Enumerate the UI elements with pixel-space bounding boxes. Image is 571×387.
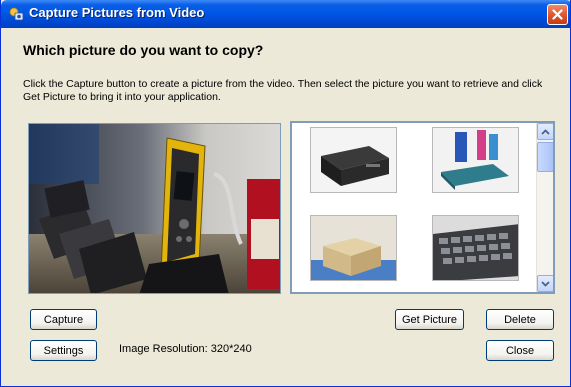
window-close-button[interactable] — [547, 4, 568, 25]
image-resolution-label: Image Resolution: 320*240 — [119, 343, 252, 355]
window-title: Capture Pictures from Video — [29, 5, 205, 20]
thumbnail-blue-gadget[interactable] — [432, 127, 519, 193]
close-icon — [552, 9, 563, 20]
thumbnail-keyboard[interactable] — [432, 215, 519, 281]
video-frame-image — [29, 124, 280, 293]
capture-dialog: Capture Pictures from Video Which pictur… — [0, 0, 571, 387]
close-button[interactable]: Close — [486, 340, 554, 361]
delete-button[interactable]: Delete — [486, 309, 554, 330]
app-icon — [9, 7, 24, 21]
get-picture-button[interactable]: Get Picture — [395, 309, 464, 330]
capture-button[interactable]: Capture — [30, 309, 97, 330]
blue-gadget-image — [433, 128, 518, 192]
computer-case-image — [311, 128, 396, 192]
scrollbar-thumb[interactable] — [537, 142, 553, 172]
boxes-image — [311, 216, 396, 280]
scroll-up-button[interactable] — [537, 123, 553, 140]
title-bar[interactable]: Capture Pictures from Video — [1, 0, 570, 28]
settings-button[interactable]: Settings — [30, 340, 97, 361]
instruction-text: Click the Capture button to create a pic… — [23, 78, 543, 103]
thumbnail-boxes[interactable] — [310, 215, 397, 281]
chevron-down-icon — [541, 280, 550, 287]
keyboard-image — [433, 216, 518, 280]
scroll-down-button[interactable] — [537, 275, 553, 292]
video-preview — [28, 123, 281, 294]
thumbnails-scrollbar[interactable] — [536, 123, 553, 292]
chevron-up-icon — [541, 128, 550, 135]
dialog-heading: Which picture do you want to copy? — [23, 42, 264, 58]
captured-pictures-list[interactable] — [290, 121, 555, 294]
thumbnail-computer-case[interactable] — [310, 127, 397, 193]
